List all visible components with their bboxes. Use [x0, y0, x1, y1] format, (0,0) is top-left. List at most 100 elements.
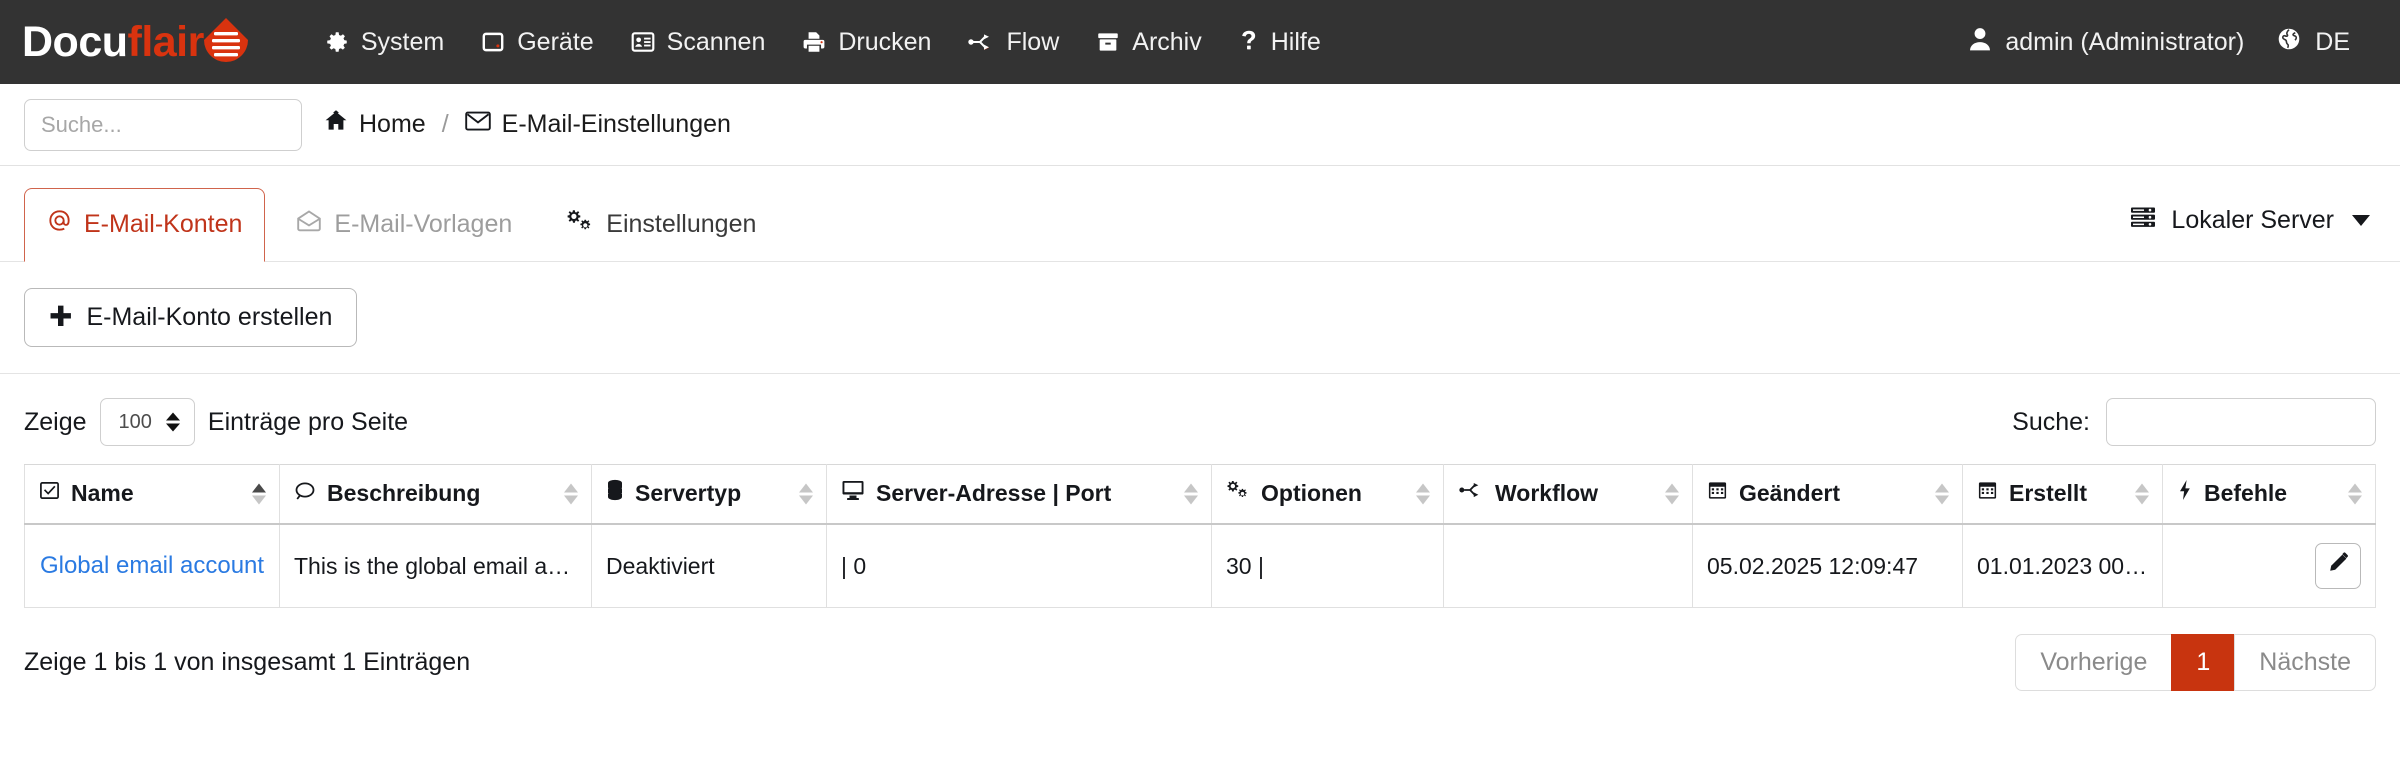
nav-item-archiv[interactable]: Archiv [1077, 20, 1219, 65]
tab-email-vorlagen-label: E-Mail-Vorlagen [334, 209, 513, 238]
nav-item-flow[interactable]: Flow [949, 20, 1077, 65]
nav-item-hilfe[interactable]: Hilfe [1220, 20, 1339, 65]
nav-item-archiv-label: Archiv [1132, 27, 1202, 56]
sort-indicator-name[interactable] [252, 483, 266, 505]
brand-name-part2: flair [127, 17, 205, 66]
language-selector[interactable]: DE [2260, 18, 2366, 67]
nav-item-drucken[interactable]: Drucken [783, 20, 949, 65]
nav-item-drucken-label: Drucken [838, 27, 932, 56]
column-header-geaendert[interactable]: Geändert [1692, 464, 1963, 525]
brand-name-part1: Docu [22, 17, 128, 66]
pencil-icon [2327, 552, 2349, 580]
column-header-server-adresse-port-label: Server-Adresse | Port [876, 479, 1112, 506]
create-email-account-label: E-Mail-Konto erstellen [86, 303, 333, 331]
table-area: Zeige 100 Einträge pro Seite Suche: Name… [0, 374, 2400, 691]
table-info: Zeige 1 bis 1 von insgesamt 1 Einträgen [24, 648, 471, 676]
email-account-link[interactable]: Global email account [40, 552, 264, 579]
column-header-name[interactable]: Name [24, 464, 280, 525]
column-header-workflow-label: Workflow [1495, 479, 1599, 506]
gear-icon [324, 29, 350, 55]
column-header-servertyp[interactable]: Servertyp [591, 464, 827, 525]
breadcrumb-bar: Home / E-Mail-Einstellungen [0, 84, 2400, 166]
calendar-icon [1707, 479, 1728, 507]
actions-row: ✚ E-Mail-Konto erstellen [0, 262, 2400, 374]
envelope-open-icon [296, 209, 322, 240]
server-selector[interactable]: Lokaler Server [2123, 188, 2376, 253]
page-length-select[interactable]: 100 [99, 398, 195, 446]
sort-indicator-optionen[interactable] [1416, 483, 1430, 505]
bolt-icon [2177, 479, 2193, 507]
server-selector-label: Lokaler Server [2171, 206, 2334, 234]
tab-list: E-Mail-Konten E-Mail-Vorlagen Einstellun… [24, 188, 779, 262]
column-header-servertyp-label: Servertyp [635, 479, 742, 506]
column-header-befehle[interactable]: Befehle [2162, 464, 2376, 525]
table-row[interactable]: Global email account This is the global … [24, 523, 2376, 608]
edit-row-button[interactable] [2315, 543, 2361, 589]
nav-item-geraete[interactable]: Geräte [462, 20, 611, 65]
language-label: DE [2315, 27, 2350, 56]
column-header-erstellt[interactable]: Erstellt [1962, 464, 2163, 525]
page-length-suffix: Einträge pro Seite [207, 407, 409, 436]
sort-indicator-befehle[interactable] [2348, 483, 2362, 505]
table-header-row: Name Beschreibung Servertyp Server-Adres… [24, 464, 2376, 525]
column-header-beschreibung[interactable]: Beschreibung [279, 464, 592, 525]
cell-server-adresse-port: | 0 [826, 523, 1212, 608]
pagination-page-1[interactable]: 1 [2171, 634, 2235, 691]
email-accounts-table: Name Beschreibung Servertyp Server-Adres… [24, 464, 2376, 608]
sort-indicator-workflow[interactable] [1665, 483, 1679, 505]
scan-card-icon [630, 29, 656, 55]
nav-item-system[interactable]: System [306, 20, 462, 65]
breadcrumb-item-email-settings[interactable]: E-Mail-Einstellungen [464, 110, 731, 139]
sort-indicator-erstellt[interactable] [2135, 483, 2149, 505]
table-search-input[interactable] [2106, 398, 2376, 446]
tab-einstellungen-label: Einstellungen [606, 209, 757, 238]
cell-servertyp: Deaktiviert [591, 523, 827, 608]
column-header-workflow[interactable]: Workflow [1443, 464, 1693, 525]
brand-logo[interactable]: Docuflair [22, 14, 254, 70]
cell-optionen: 30 | [1211, 523, 1444, 608]
flow-icon [1458, 479, 1484, 507]
pagination-next[interactable]: Nächste [2234, 634, 2376, 691]
breadcrumb-item-home[interactable]: Home [324, 109, 426, 140]
column-header-optionen-label: Optionen [1261, 479, 1362, 506]
table-body: Global email account This is the global … [24, 523, 2376, 608]
tab-einstellungen[interactable]: Einstellungen [543, 188, 779, 262]
table-controls: Zeige 100 Einträge pro Seite Suche: [24, 374, 2376, 464]
column-header-geaendert-label: Geändert [1739, 479, 1840, 506]
user-menu[interactable]: admin (Administrator) [1952, 18, 2260, 67]
global-search-input[interactable] [24, 98, 302, 151]
breadcrumb-separator: / [441, 110, 449, 138]
nav-item-scannen-label: Scannen [666, 27, 766, 56]
question-icon [1238, 29, 1260, 55]
nav-item-scannen[interactable]: Scannen [612, 20, 784, 65]
create-email-account-button[interactable]: ✚ E-Mail-Konto erstellen [24, 288, 358, 347]
tabs-row: E-Mail-Konten E-Mail-Vorlagen Einstellun… [0, 166, 2400, 262]
database-icon [606, 479, 624, 507]
chevron-down-icon [2352, 215, 2370, 226]
pagination-previous[interactable]: Vorherige [2015, 634, 2172, 691]
column-header-beschreibung-label: Beschreibung [327, 479, 481, 506]
column-header-server-adresse-port[interactable]: Server-Adresse | Port [826, 464, 1212, 525]
page-length-prefix: Zeige [24, 407, 87, 436]
table-header: Name Beschreibung Servertyp Server-Adres… [24, 464, 2376, 525]
cell-beschreibung: This is the global email account. [279, 523, 592, 608]
column-header-optionen[interactable]: Optionen [1211, 464, 1444, 525]
column-header-erstellt-label: Erstellt [2009, 479, 2087, 506]
table-footer: Zeige 1 bis 1 von insgesamt 1 Einträgen … [24, 608, 2376, 691]
breadcrumb-item-email-settings-label: E-Mail-Einstellungen [501, 110, 731, 138]
globe-icon [2276, 26, 2302, 59]
column-header-befehle-label: Befehle [2204, 479, 2288, 506]
column-header-name-label: Name [71, 479, 134, 506]
calendar-icon [1977, 479, 1998, 507]
sort-indicator-servertyp[interactable] [799, 483, 813, 505]
tab-email-konten[interactable]: E-Mail-Konten [24, 188, 266, 262]
sort-indicator-server-adresse-port[interactable] [1184, 483, 1198, 505]
gears-icon [1226, 479, 1250, 507]
cell-name: Global email account [24, 523, 280, 608]
tab-email-vorlagen[interactable]: E-Mail-Vorlagen [273, 188, 535, 262]
sort-indicator-beschreibung[interactable] [564, 483, 578, 505]
nav-item-flow-label: Flow [1006, 27, 1060, 56]
sort-indicator-geaendert[interactable] [1935, 483, 1949, 505]
tab-email-konten-label: E-Mail-Konten [84, 209, 243, 238]
cell-erstellt: 01.01.2023 00:00:00 [1962, 523, 2163, 608]
